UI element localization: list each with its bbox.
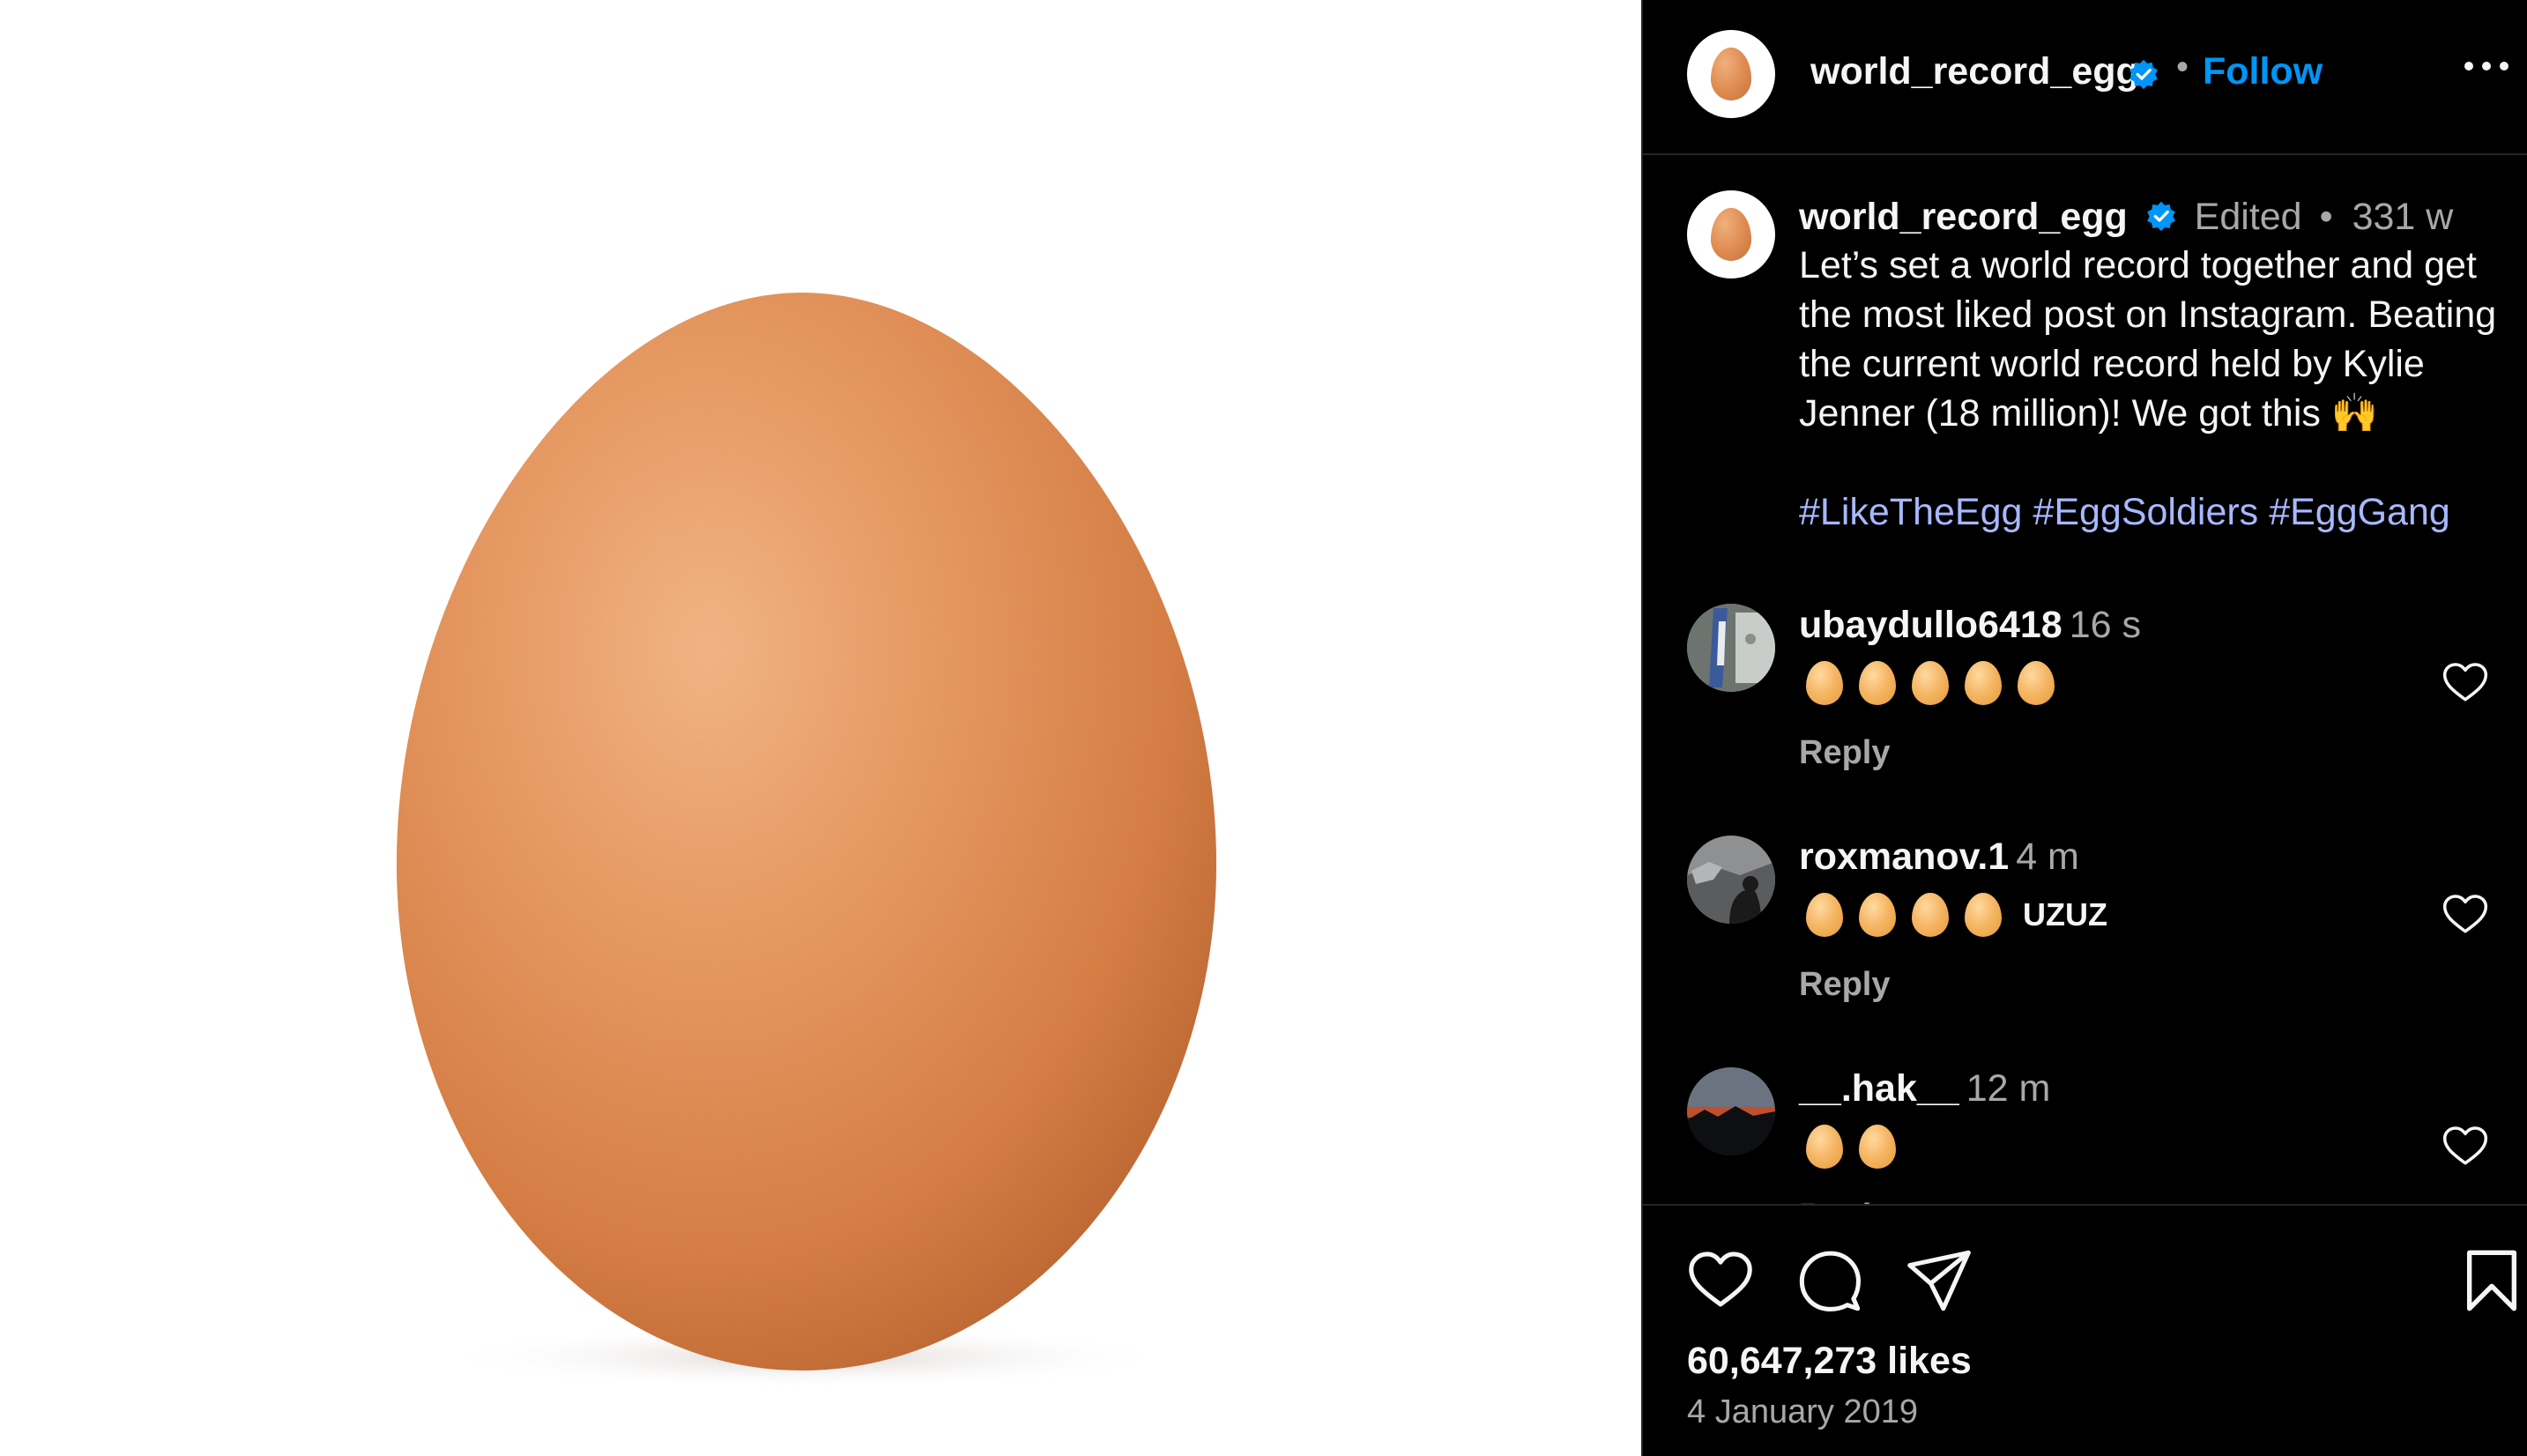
send-icon[interactable] (1906, 1247, 1973, 1314)
egg-emoji-icon (1806, 661, 1843, 705)
comment-text: UZUZ (1806, 892, 2107, 938)
egg-emoji-icon (1806, 1125, 1843, 1169)
reply-button[interactable]: Reply (1799, 1198, 1890, 1204)
caption-username[interactable]: world_record_egg (1799, 196, 2128, 238)
egg-emoji-icon (2018, 661, 2055, 705)
avatar-photo (1687, 604, 1775, 692)
like-heart-icon[interactable] (1687, 1247, 1754, 1314)
egg-emoji-icon (1859, 661, 1896, 705)
post-actions-footer: 60,647,273 likes 4 January 2019 (1643, 1206, 2527, 1456)
egg-emoji-icon (1912, 893, 1949, 937)
egg-emoji-icon (1859, 893, 1896, 937)
bookmark-icon[interactable] (2458, 1247, 2525, 1314)
verified-badge-icon (2146, 201, 2175, 231)
comment-text (1806, 660, 2055, 706)
comment-bubble-icon[interactable] (1796, 1247, 1863, 1314)
ellipsis-icon (2464, 62, 2508, 71)
caption: world_record_egg Edited • 331 w Let’s se… (1799, 194, 2504, 537)
reply-button[interactable]: Reply (1799, 966, 1890, 1004)
comment-extra-text: UZUZ (2023, 896, 2107, 932)
comment-text (1806, 1124, 1896, 1170)
commenter-username[interactable]: __.hak__ (1799, 1067, 1959, 1110)
comment-timestamp[interactable]: 16 s (2070, 604, 2141, 646)
caption-timestamp[interactable]: 331 w (2352, 196, 2454, 238)
egg-emoji-icon (1806, 893, 1843, 937)
hashtag-link[interactable]: #LikeTheEgg (1799, 491, 2022, 533)
commenter-avatar[interactable] (1687, 836, 1775, 924)
separator-dot: • (2319, 196, 2333, 238)
comment-timestamp[interactable]: 4 m (2016, 836, 2079, 878)
post-sidebar: world_record_egg • Follow world_record_e… (1641, 0, 2527, 1456)
comment-like-heart-icon[interactable] (2441, 890, 2490, 940)
comments-scroll-area[interactable]: world_record_egg Edited • 331 w Let’s se… (1643, 155, 2527, 1206)
egg-emoji-icon (1965, 661, 2002, 705)
author-username[interactable]: world_record_egg (1810, 50, 2139, 93)
caption-text: Let’s set a world record together and ge… (1799, 244, 2508, 435)
commenter-avatar[interactable] (1687, 604, 1775, 692)
reply-button[interactable]: Reply (1799, 734, 1890, 772)
comment-timestamp[interactable]: 12 m (1966, 1067, 2051, 1110)
comment-item: roxmanov.1 4 m UZUZ Reply (1643, 836, 2527, 1065)
hashtag-link[interactable]: #EggSoldiers (2033, 491, 2258, 533)
comment-like-heart-icon[interactable] (2441, 658, 2490, 708)
avatar-photo (1687, 836, 1775, 924)
more-options-icon[interactable] (2463, 51, 2516, 95)
hashtag-list: #LikeTheEgg #EggSoldiers #EggGang (1799, 487, 2504, 537)
verified-badge-icon (2129, 59, 2158, 90)
separator-dot: • (2176, 48, 2189, 86)
commenter-avatar[interactable] (1687, 1067, 1775, 1155)
comment-item: ubaydullo6418 16 s Reply (1643, 604, 2527, 833)
edited-label: Edited (2194, 196, 2302, 238)
egg-emoji-icon (1965, 893, 2002, 937)
author-avatar[interactable] (1687, 30, 1775, 118)
comment-like-heart-icon[interactable] (2441, 1122, 2490, 1171)
comment-item: __.hak__12 m Reply (1643, 1067, 2527, 1204)
egg-avatar-icon (1711, 48, 1751, 100)
egg-avatar-icon (1711, 208, 1751, 261)
caption-author-avatar[interactable] (1687, 190, 1775, 279)
commenter-username[interactable]: roxmanov.1 (1799, 836, 2009, 878)
hashtag-link[interactable]: #EggGang (2269, 491, 2450, 533)
egg-emoji-icon (1859, 1125, 1896, 1169)
egg-emoji-icon (1912, 661, 1949, 705)
commenter-username[interactable]: ubaydullo6418 (1799, 604, 2062, 646)
likes-count[interactable]: 60,647,273 likes (1687, 1340, 1972, 1383)
follow-button[interactable]: Follow (2203, 50, 2323, 93)
egg-image (397, 293, 1216, 1389)
avatar-photo (1687, 1067, 1775, 1155)
post-image[interactable] (0, 0, 1641, 1456)
post-date[interactable]: 4 January 2019 (1687, 1393, 1918, 1431)
post-header: world_record_egg • Follow (1643, 0, 2527, 155)
